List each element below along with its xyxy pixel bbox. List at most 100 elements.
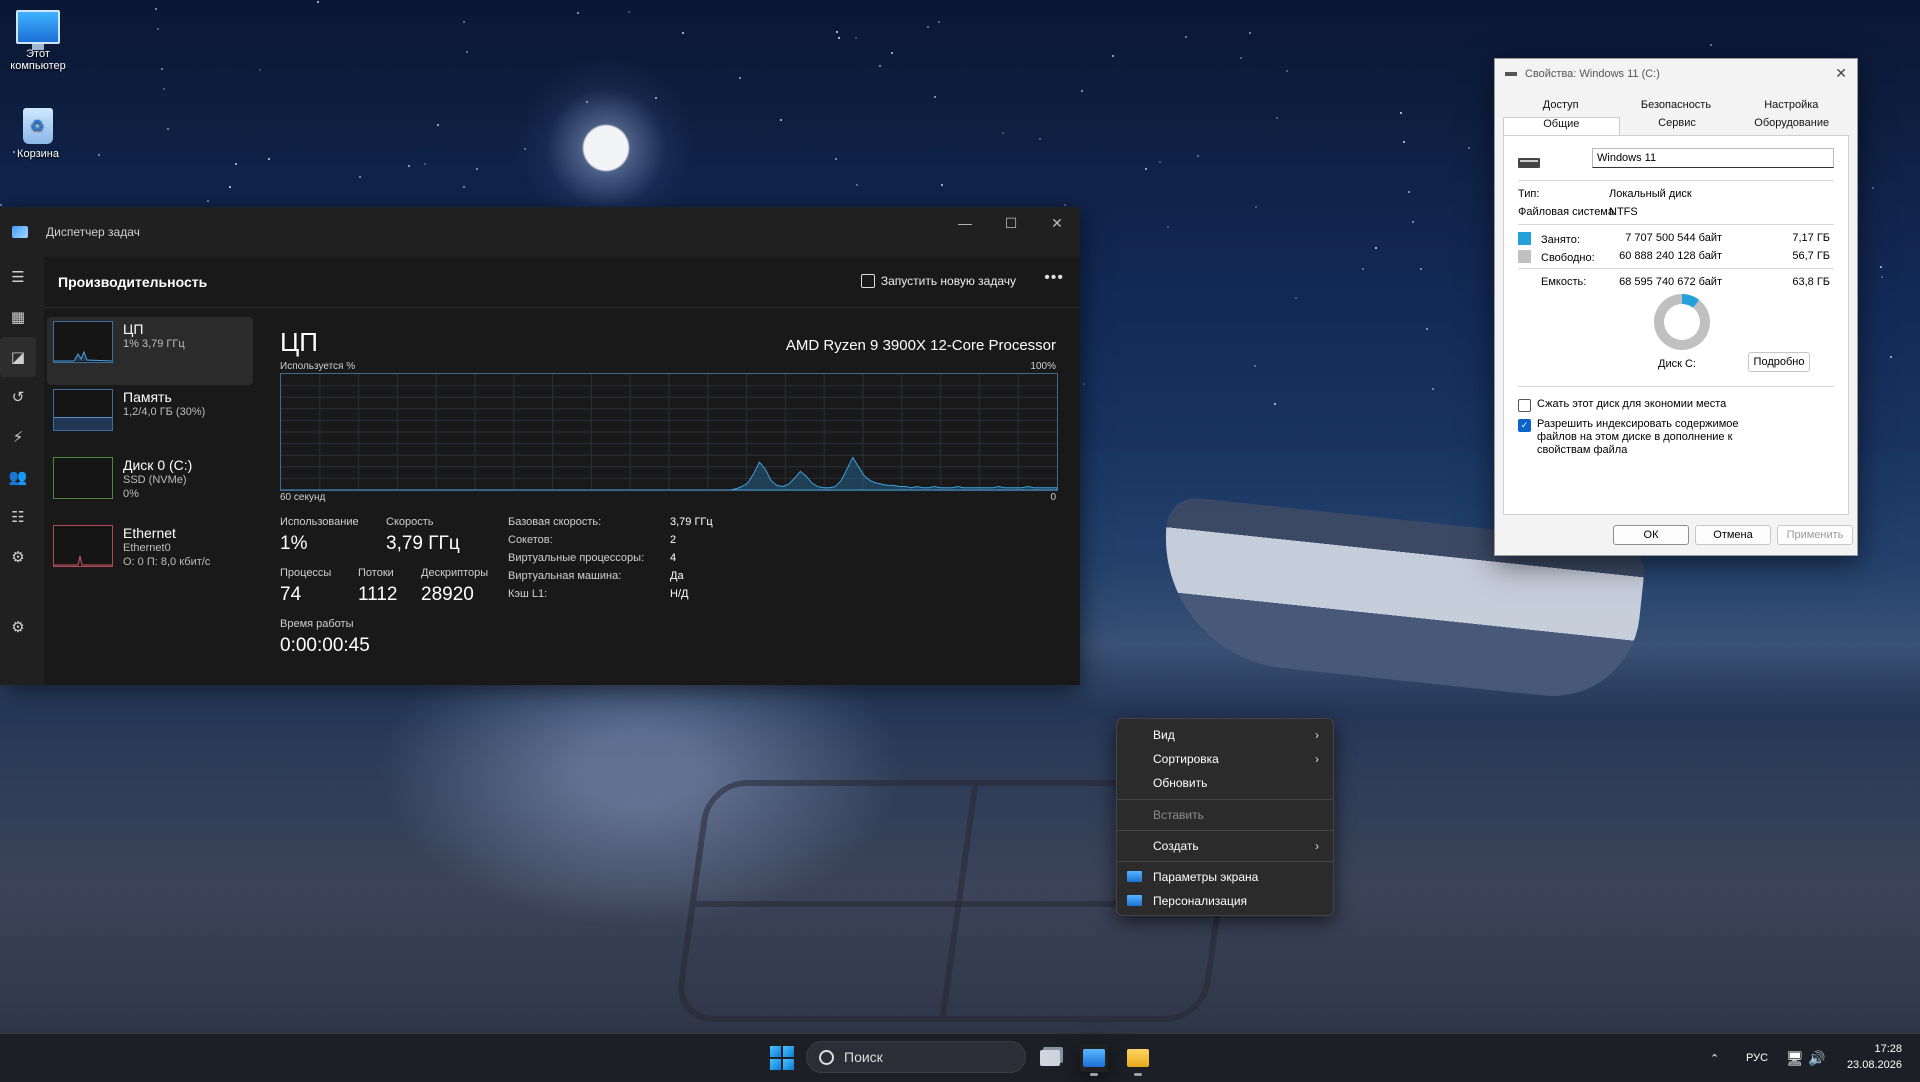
apply-button[interactable]: Применить: [1777, 525, 1853, 545]
more-options-button[interactable]: •••: [1044, 269, 1064, 287]
users-icon[interactable]: 👥: [0, 457, 36, 497]
cpu-model: AMD Ryzen 9 3900X 12-Core Processor: [785, 337, 1056, 354]
tab-sharing[interactable]: Доступ: [1503, 99, 1618, 117]
star: [1145, 168, 1147, 170]
hamburger-menu-icon[interactable]: ☰: [0, 257, 36, 297]
menu-item-personalize[interactable]: Персонализация: [1117, 889, 1333, 913]
details-button[interactable]: Подробно: [1748, 352, 1810, 372]
menu-item-paste[interactable]: Вставить: [1117, 803, 1333, 827]
close-icon[interactable]: ✕: [1835, 65, 1847, 82]
star: [1185, 36, 1187, 38]
star: [1112, 55, 1114, 57]
index-checkbox-row[interactable]: ✓ Разрешить индексировать содержимое фай…: [1518, 418, 1768, 457]
menu-item-refresh[interactable]: Обновить: [1117, 771, 1333, 795]
nav-rail: ☰ ▦ ◪ ↺ ⚡ 👥 ☷ ⚙ ⚙: [0, 257, 36, 685]
task-view-button[interactable]: [1036, 1044, 1064, 1072]
perf-item-memory[interactable]: Память 1,2/4,0 ГБ (30%): [47, 385, 253, 453]
start-button[interactable]: [770, 1046, 794, 1070]
star: [891, 52, 893, 54]
ok-button[interactable]: ОК: [1613, 525, 1689, 545]
stat-value: 28920: [421, 584, 474, 605]
menu-item-label: Обновить: [1153, 776, 1208, 790]
used-color-swatch: [1518, 232, 1531, 245]
perf-item-cpu[interactable]: ЦП 1% 3,79 ГГц: [47, 317, 253, 385]
star: [1167, 226, 1169, 228]
perf-item-name: Диск 0 (C:): [123, 457, 193, 473]
menu-item-sort[interactable]: Сортировка ›: [1117, 747, 1333, 771]
task-manager-icon: [12, 226, 28, 238]
tab-general[interactable]: Общие: [1503, 117, 1620, 135]
stat-value: 1%: [280, 533, 308, 554]
star: [167, 128, 169, 130]
spec-row: Кэш L1: Н/Д: [508, 588, 713, 606]
menu-item-label: Вид: [1153, 728, 1175, 742]
spec-key: Сокетов:: [508, 534, 553, 546]
filesystem-value: NTFS: [1609, 206, 1638, 218]
compress-checkbox[interactable]: [1518, 399, 1531, 412]
performance-icon[interactable]: ◪: [0, 337, 36, 377]
perf-item-ethernet[interactable]: Ethernet Ethernet0 О: 0 П: 8,0 кбит/с: [47, 521, 253, 589]
drive-name-input[interactable]: [1592, 148, 1834, 168]
stat-label: Время работы: [280, 618, 354, 630]
star: [1276, 117, 1278, 119]
cpu-usage-graph: [280, 373, 1058, 491]
title-bar[interactable]: Диспетчер задач — ☐ ✕: [0, 207, 1080, 257]
language-indicator[interactable]: РУС: [1746, 1034, 1768, 1082]
taskbar-file-explorer[interactable]: [1124, 1044, 1152, 1076]
computer-icon: [16, 10, 60, 50]
maximize-button[interactable]: ☐: [988, 207, 1034, 239]
menu-item-new[interactable]: Создать ›: [1117, 834, 1333, 858]
run-new-task-button[interactable]: Запустить новую задачу: [860, 274, 1016, 288]
desktop-icon-this-pc[interactable]: Этот компьютер: [0, 10, 76, 72]
perf-item-name: Ethernet: [123, 525, 176, 541]
perf-item-detail: О: 0 П: 8,0 кбит/с: [123, 556, 211, 568]
minimize-button[interactable]: —: [942, 207, 988, 239]
menu-item-display-settings[interactable]: Параметры экрана: [1117, 865, 1333, 889]
stat-value: 0:00:00:45: [280, 635, 370, 656]
desktop-icon-recycle-bin[interactable]: Корзина: [0, 108, 76, 160]
window-title: Диспетчер задач: [46, 225, 140, 239]
clock[interactable]: 17:28 23.08.2026: [1847, 1041, 1902, 1073]
star: [1880, 266, 1882, 268]
graph-time-label: 60 секунд: [280, 492, 326, 503]
star: [1362, 268, 1364, 270]
star: [1240, 57, 1242, 59]
free-gb: 56,7 ГБ: [1792, 250, 1830, 262]
panel-header: Производительность Запустить новую задач…: [44, 257, 1080, 308]
dialog-title-bar[interactable]: Свойства: Windows 11 (C:): [1495, 59, 1857, 89]
free-label: Свободно:: [1541, 252, 1595, 264]
taskbar-task-manager[interactable]: [1080, 1044, 1108, 1076]
cancel-button[interactable]: Отмена: [1695, 525, 1771, 545]
star: [1002, 132, 1004, 134]
app-history-icon[interactable]: ↺: [0, 377, 36, 417]
menu-item-view[interactable]: Вид ›: [1117, 723, 1333, 747]
settings-gear-icon[interactable]: ⚙: [0, 607, 36, 647]
close-button[interactable]: ✕: [1034, 207, 1080, 239]
details-icon[interactable]: ☷: [0, 497, 36, 537]
startup-apps-icon[interactable]: ⚡: [0, 417, 36, 457]
services-icon[interactable]: ⚙: [0, 537, 36, 577]
tray-overflow-button[interactable]: ⌃: [1710, 1034, 1719, 1082]
tab-security[interactable]: Безопасность: [1618, 99, 1733, 117]
used-label: Занято:: [1541, 234, 1580, 246]
perf-item-disk[interactable]: Диск 0 (C:) SSD (NVMe) 0%: [47, 453, 253, 521]
star: [941, 184, 943, 186]
volume-icon[interactable]: 🔊: [1808, 1034, 1825, 1082]
tab-hardware[interactable]: Оборудование: [1734, 117, 1849, 135]
star: [1286, 70, 1288, 72]
index-checkbox[interactable]: ✓: [1518, 419, 1531, 432]
tab-tools[interactable]: Сервис: [1620, 117, 1735, 135]
network-icon[interactable]: 🖥: [1786, 1034, 1804, 1082]
chevron-up-icon: ⌃: [1710, 1052, 1720, 1065]
hard-drive-icon: [1518, 158, 1540, 168]
star: [1254, 365, 1256, 367]
star: [1420, 268, 1422, 270]
spec-value: 4: [670, 552, 677, 564]
tab-customize[interactable]: Настройка: [1734, 99, 1849, 117]
compress-checkbox-row[interactable]: Сжать этот диск для экономии места: [1518, 398, 1726, 412]
disk-label: Диск C:: [1658, 358, 1696, 370]
stat-label: Использование: [280, 516, 359, 528]
type-label: Тип:: [1518, 188, 1540, 200]
processes-icon[interactable]: ▦: [0, 297, 36, 337]
search-box[interactable]: Поиск: [806, 1041, 1026, 1073]
